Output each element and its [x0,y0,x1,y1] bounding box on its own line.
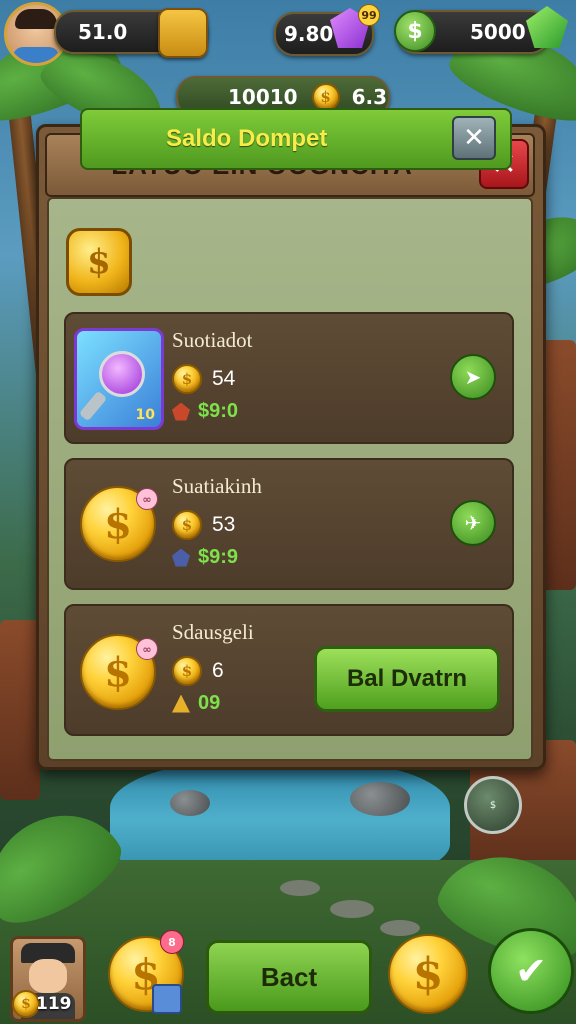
item-title: Sdausgeli [172,620,254,644]
coins-value: 51.0 [78,20,128,44]
magnifier-icon: 10 [74,328,164,430]
wallet-balance-label: Saldo Dompet [166,125,328,152]
sub-value-right: 6.3 [351,85,388,109]
buy-button[interactable]: Bal Dvatrn [314,646,500,712]
plane-icon[interactable]: ✈ [450,500,496,546]
item-sub-value: 09 [198,692,221,714]
coin-icon: $ [311,83,340,111]
item-price: 6 [212,659,224,682]
item-thumb-number: 10 [135,407,155,423]
coin-badge: ∞ [136,488,158,510]
wallet-balance-bar: Saldo Dompet ✕ [80,108,512,170]
item-sub-row: $9:0 [172,400,238,423]
shop-item-3[interactable]: $ ∞ Sdausgeli $ 6 09 Bal Dvatrn [64,604,514,736]
sub-value-left: 10010 [228,85,298,109]
check-icon: ✔ [515,949,547,993]
player-level: 119 [36,994,72,1014]
gems-value: 9.80 [284,22,334,46]
item-sub-value: $9:9 [198,546,239,568]
gift-icon [152,984,182,1014]
item-sub-row: 09 [172,692,220,715]
item-price: 54 [212,367,236,390]
coin-icon: $ [172,364,202,394]
coin-shop-badge: 8 [160,930,184,954]
item-price-row: $ 53 [172,510,235,540]
shop-button[interactable] [158,8,208,58]
wallet-close-button[interactable]: ✕ [452,116,496,160]
flag-icon [172,402,190,421]
shield-icon [172,548,190,567]
shop-sign-icon[interactable]: $ [464,776,522,834]
item-price-row: $ 54 [172,364,235,394]
triangle-icon [172,694,190,713]
item-title: Suotiadot [172,328,253,352]
item-sub-row: $9:9 [172,546,238,569]
close-icon: ✕ [463,123,485,153]
coin-badge: ∞ [136,638,158,660]
wallet-coin-icon: $ [66,228,132,296]
item-title: Suatiakinh [172,474,262,498]
arrow-right-icon[interactable]: ➤ [450,354,496,400]
coin-icon: $ [172,656,202,686]
cash-value: 5000 [470,20,526,44]
back-button[interactable]: Bact [206,940,372,1014]
cash-icon: $ [394,10,436,52]
item-sub-value: $9:0 [198,400,239,422]
gem-badge: 99 [358,4,380,26]
item-price: 53 [212,513,236,536]
item-price-row: $ 6 [172,656,224,686]
confirm-button[interactable]: ✔ [488,928,574,1014]
coin-icon: $ [172,510,202,540]
gold-coin-button[interactable]: $ [388,934,468,1014]
shop-item-2[interactable]: $ ∞ Suatiakinh $ 53 $9:9 ✈ [64,458,514,590]
shop-item-1[interactable]: 10 Suotiadot $ 54 $9:0 ➤ [64,312,514,444]
